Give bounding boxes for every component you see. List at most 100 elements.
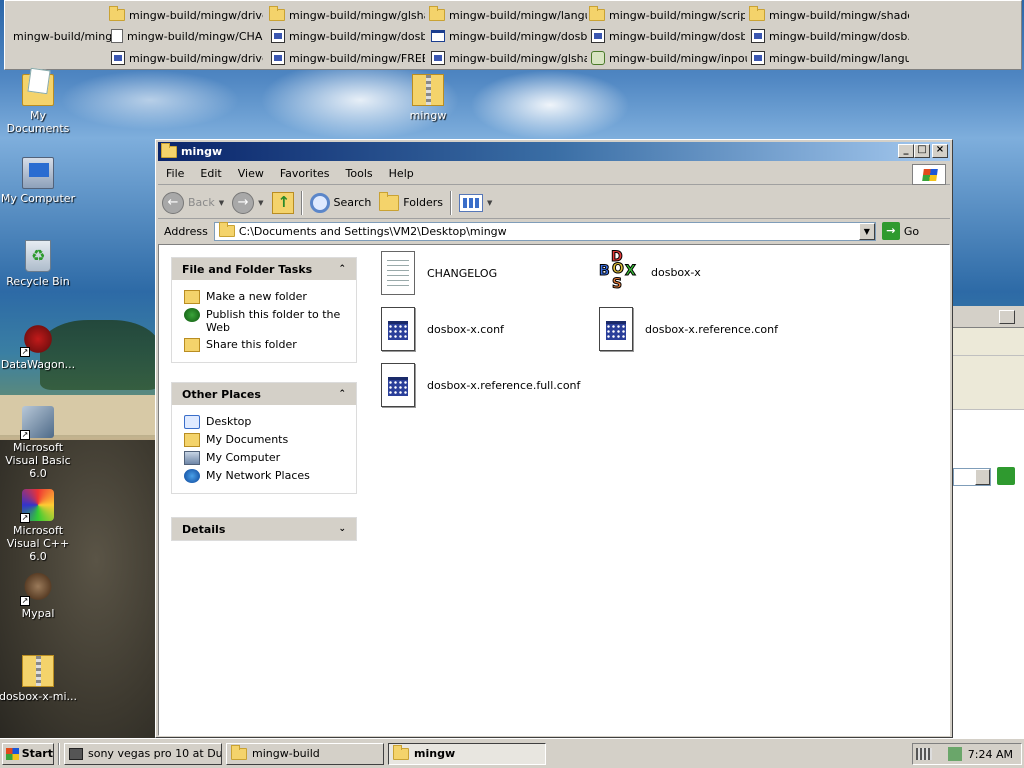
shortcut-label: mingw-build/mingw/dosb...: [609, 29, 745, 43]
start-button[interactable]: Start: [2, 742, 54, 765]
task-label: Make a new folder: [206, 290, 307, 303]
details-panel: Details ⌄: [171, 517, 357, 541]
desktop-icon-visual-cpp[interactable]: ↗ Microsoft Visual C++ 6.0: [0, 489, 78, 563]
background-explorer-window[interactable]: [950, 306, 1024, 738]
desktop-icon-recycle-bin[interactable]: Recycle Bin: [0, 240, 78, 288]
shortcut-arrow-icon: ↗: [20, 596, 30, 606]
task-make-new-folder[interactable]: Make a new folder: [184, 290, 346, 304]
toolbar-shortcut[interactable]: mingw-build/mingw/langu...: [429, 6, 587, 24]
toolbar-separator: [450, 190, 453, 215]
menu-view[interactable]: View: [230, 167, 272, 180]
desktop-icon-my-computer[interactable]: My Computer: [0, 157, 78, 205]
toolbar-shortcut[interactable]: mingw-build/mingw/shaders: [749, 6, 909, 24]
background-window-addressbar: [951, 386, 1024, 486]
address-input[interactable]: C:\Documents and Settings\VM2\Desktop\mi…: [213, 221, 876, 241]
folder-icon: [269, 6, 285, 21]
task-label: mingw: [414, 747, 456, 760]
file-item[interactable]: dosbox-x.reference.full.conf: [381, 363, 580, 407]
shortcut-label: mingw-build/mingw/glsha...: [449, 51, 587, 65]
close-button[interactable]: ×: [932, 144, 948, 158]
file-name: CHANGELOG: [427, 266, 498, 280]
taskbar-button-active[interactable]: mingw: [388, 742, 546, 765]
back-button[interactable]: ← Back ▼: [158, 189, 228, 217]
place-my-documents[interactable]: My Documents: [184, 433, 346, 447]
toolbar-shortcut[interactable]: mingw-build/mingw/dosb...: [751, 27, 909, 45]
go-icon[interactable]: [997, 467, 1015, 485]
file-item[interactable]: CHANGELOG: [381, 251, 497, 295]
maximize-button[interactable]: □: [914, 144, 930, 158]
file-item[interactable]: DBOXS dosbox-x: [597, 249, 701, 295]
views-button[interactable]: ▼: [455, 189, 496, 217]
datawagon-icon: ↗: [20, 323, 54, 357]
network-tray-icon[interactable]: [947, 747, 962, 761]
back-arrow-icon: ←: [162, 191, 184, 214]
desktop-icon-dosbox-zip[interactable]: dosbox-x-mi...: [0, 655, 78, 703]
menu-help[interactable]: Help: [381, 167, 422, 180]
task-share-folder[interactable]: Share this folder: [184, 338, 346, 352]
forward-button[interactable]: → ▼: [228, 189, 267, 217]
search-label: Search: [333, 196, 372, 209]
clock[interactable]: 7:24 AM: [968, 748, 1013, 761]
toolbar-shortcut[interactable]: mingw-build/mingw/dosb...: [591, 27, 745, 45]
desktop-icon-label: Recycle Bin: [6, 275, 70, 288]
panel-header[interactable]: Other Places ⌃: [172, 383, 356, 405]
taskbar-button[interactable]: mingw-build: [226, 742, 384, 765]
desktop-icon-visual-basic[interactable]: ↗ Microsoft Visual Basic 6.0: [0, 406, 78, 480]
menu-favorites[interactable]: Favorites: [272, 167, 338, 180]
window-controls: _ □ ×: [898, 144, 948, 158]
desktop-icon-mypal[interactable]: ↗ Mypal: [0, 572, 78, 620]
desktop-icon-my-documents[interactable]: My Documents: [0, 74, 78, 135]
search-button[interactable]: Search: [306, 189, 376, 217]
shortcut-label: mingw-build/mingw/CHA...: [127, 29, 263, 43]
shortcut-label: mingw-build/mingw/langu...: [449, 8, 587, 22]
collapse-chevron-icon[interactable]: ⌃: [338, 389, 346, 399]
folder-icon: [161, 142, 177, 158]
toolbar-shortcut[interactable]: mingw-build/mingw/CHA...: [111, 27, 263, 45]
menu-file[interactable]: File: [158, 167, 192, 180]
file-item[interactable]: dosbox-x.conf: [381, 307, 504, 351]
place-my-network-places[interactable]: My Network Places: [184, 469, 346, 483]
file-item[interactable]: dosbox-x.reference.conf: [599, 307, 778, 351]
toolbar-shortcut[interactable]: mingw-build/mingw/inpou...: [591, 49, 747, 67]
address-dropdown-button[interactable]: [975, 469, 990, 485]
my-documents-icon: [22, 74, 54, 106]
desktop-icon-mingw[interactable]: mingw: [388, 74, 468, 122]
minimize-button[interactable]: _: [898, 144, 914, 158]
file-folder-tasks-panel: File and Folder Tasks ⌃ Make a new folde…: [171, 257, 357, 363]
expand-chevron-icon[interactable]: ⌄: [338, 524, 346, 534]
shortcut-label: mingw-build/mingw/scripts: [609, 8, 745, 22]
window-title: mingw: [181, 145, 223, 158]
toolbar-shortcut[interactable]: mingw-build/mingw/langu...: [751, 49, 909, 67]
taskbar-button[interactable]: sony vegas pro 10 at Du...: [64, 742, 222, 765]
desktop-icon-label: Microsoft Visual Basic 6.0: [5, 441, 71, 480]
toolbar-shortcut[interactable]: mingw-build/mingw/FREE...: [271, 49, 425, 67]
folders-button[interactable]: Folders: [375, 189, 447, 217]
desktop-icon-datawagon[interactable]: ↗ DataWagon...: [0, 323, 78, 371]
toolbar-shortcut[interactable]: mingw-build/mingw/drivez: [111, 49, 263, 67]
toolbar-shortcut[interactable]: mingw-build/mingw/scripts: [589, 6, 745, 24]
toolbar-shortcut[interactable]: mingw-build/mingw/dosb...: [431, 27, 587, 45]
shortcut-label: mingw-build/mingw/FREE...: [289, 51, 425, 65]
place-my-computer[interactable]: My Computer: [184, 451, 346, 465]
minimize-button[interactable]: [999, 310, 1015, 324]
collapse-chevron-icon[interactable]: ⌃: [338, 264, 346, 274]
toolbar-shortcut[interactable]: mingw-build/mingw/glsha...: [269, 6, 425, 24]
go-button[interactable]: → Go: [881, 222, 919, 240]
menu-tools[interactable]: Tools: [338, 167, 381, 180]
my-computer-icon: [22, 157, 54, 189]
panel-header[interactable]: File and Folder Tasks ⌃: [172, 258, 356, 280]
panel-header[interactable]: Details ⌄: [172, 518, 356, 540]
task-publish-web[interactable]: Publish this folder to the Web: [184, 308, 346, 334]
desktop-icon-label: Microsoft Visual C++ 6.0: [6, 524, 70, 563]
window-titlebar[interactable]: mingw _ □ ×: [158, 142, 950, 161]
dosbox-app-icon: DBOXS: [599, 249, 637, 293]
start-label: Start: [21, 747, 53, 760]
menu-edit[interactable]: Edit: [192, 167, 229, 180]
address-dropdown-button[interactable]: ▼: [858, 222, 875, 240]
place-desktop[interactable]: Desktop: [184, 415, 346, 429]
toolbar-shortcut[interactable]: mingw-build/mingw/dosb...: [271, 27, 425, 45]
up-folder-button[interactable]: [268, 189, 298, 217]
toolbar-shortcut[interactable]: mingw-build/mingw/drivez: [109, 6, 263, 24]
toolbar-shortcut[interactable]: mingw-build/mingw/glsha...: [431, 49, 587, 67]
file-name: dosbox-x.conf: [427, 322, 504, 336]
